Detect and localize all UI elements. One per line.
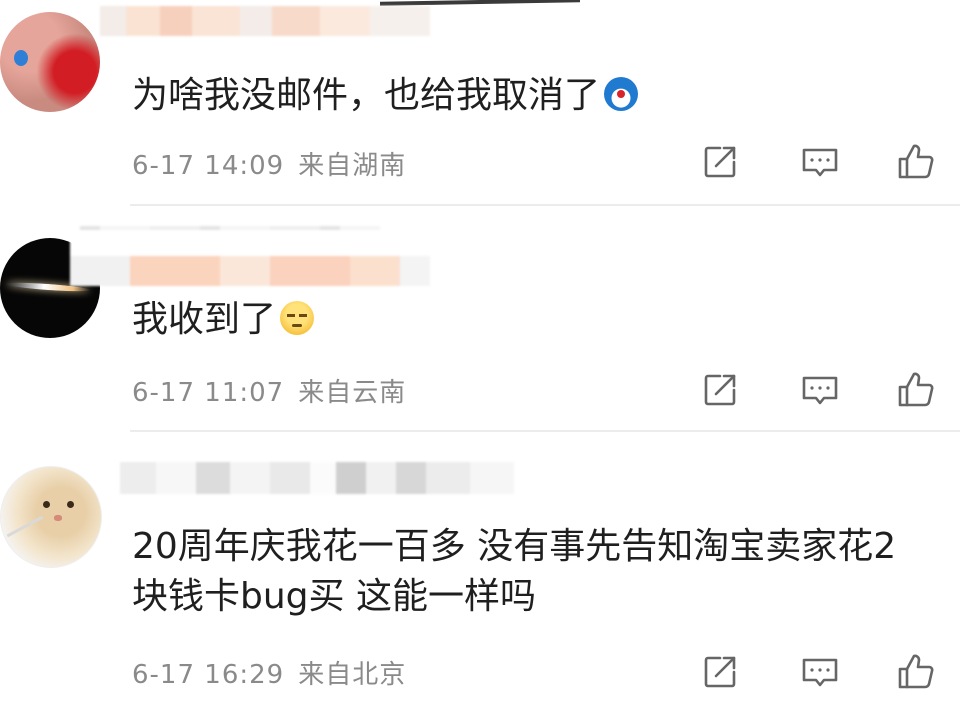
comment-meta: 6-17 14:09 来自湖南 — [132, 145, 406, 182]
share-button[interactable] — [700, 142, 740, 182]
comment-meta: 6-17 16:29 来自北京 — [132, 654, 406, 691]
comment-feed: 为啥我没邮件，也给我取消了 6-17 14:09 来自湖南 我收到了 6-17 … — [0, 0, 960, 720]
sleepy-face-icon — [280, 301, 315, 335]
doraemon-face-icon — [604, 77, 639, 111]
comment-timestamp: 6-17 14:09 — [132, 151, 285, 181]
username-redacted — [100, 6, 430, 36]
username-redacted — [120, 462, 514, 494]
thumbs-up-icon — [898, 654, 934, 689]
share-icon — [704, 656, 736, 688]
comment-meta: 6-17 11:07 来自云南 — [132, 372, 406, 409]
comment-text-content: 为啥我没邮件，也给我取消了 — [132, 75, 601, 116]
reply-button[interactable] — [800, 370, 840, 410]
avatar[interactable] — [0, 12, 100, 112]
comment-location: 来自北京 — [298, 660, 407, 690]
avatar-decoration — [54, 515, 62, 521]
comment-timestamp: 6-17 11:07 — [132, 378, 285, 408]
share-icon — [704, 374, 736, 406]
like-button[interactable] — [896, 142, 936, 182]
comment-timestamp: 6-17 16:29 — [132, 660, 285, 690]
comment-icon — [802, 148, 838, 177]
thumbs-up-icon — [898, 372, 934, 407]
comment-actions — [700, 142, 950, 182]
reply-button[interactable] — [800, 142, 840, 182]
share-icon — [704, 146, 736, 178]
like-button[interactable] — [896, 370, 936, 410]
like-button[interactable] — [896, 652, 936, 692]
username-redacted — [70, 230, 430, 286]
comment-icon — [802, 376, 838, 405]
comment-item: 为啥我没邮件，也给我取消了 6-17 14:09 来自湖南 — [0, 0, 960, 206]
reply-button[interactable] — [800, 652, 840, 692]
comment-location: 来自湖南 — [298, 151, 407, 181]
thumbs-up-icon — [898, 144, 934, 179]
comment-text-content: 20周年庆我花一百多 没有事先告知淘宝卖家花2 块钱卡bug买 这能一样吗 — [132, 526, 897, 617]
avatar-decoration — [14, 50, 28, 66]
comment-item: 20周年庆我花一百多 没有事先告知淘宝卖家花2 块钱卡bug买 这能一样吗 6-… — [0, 432, 960, 720]
comment-text: 我收到了 — [132, 296, 940, 344]
share-button[interactable] — [700, 370, 740, 410]
avatar-decoration — [43, 501, 50, 508]
comment-text-content: 我收到了 — [132, 299, 277, 340]
avatar-decoration — [67, 501, 74, 508]
comment-icon — [802, 658, 838, 687]
comment-item: 我收到了 6-17 11:07 来自云南 — [0, 206, 960, 432]
comment-actions — [700, 652, 950, 692]
comment-location: 来自云南 — [298, 378, 407, 408]
comment-text: 20周年庆我花一百多 没有事先告知淘宝卖家花2 块钱卡bug买 这能一样吗 — [132, 522, 940, 622]
avatar[interactable] — [0, 466, 102, 568]
share-button[interactable] — [700, 652, 740, 692]
comment-text: 为啥我没邮件，也给我取消了 — [132, 72, 940, 120]
comment-actions — [700, 370, 950, 410]
avatar-decoration — [6, 515, 44, 538]
